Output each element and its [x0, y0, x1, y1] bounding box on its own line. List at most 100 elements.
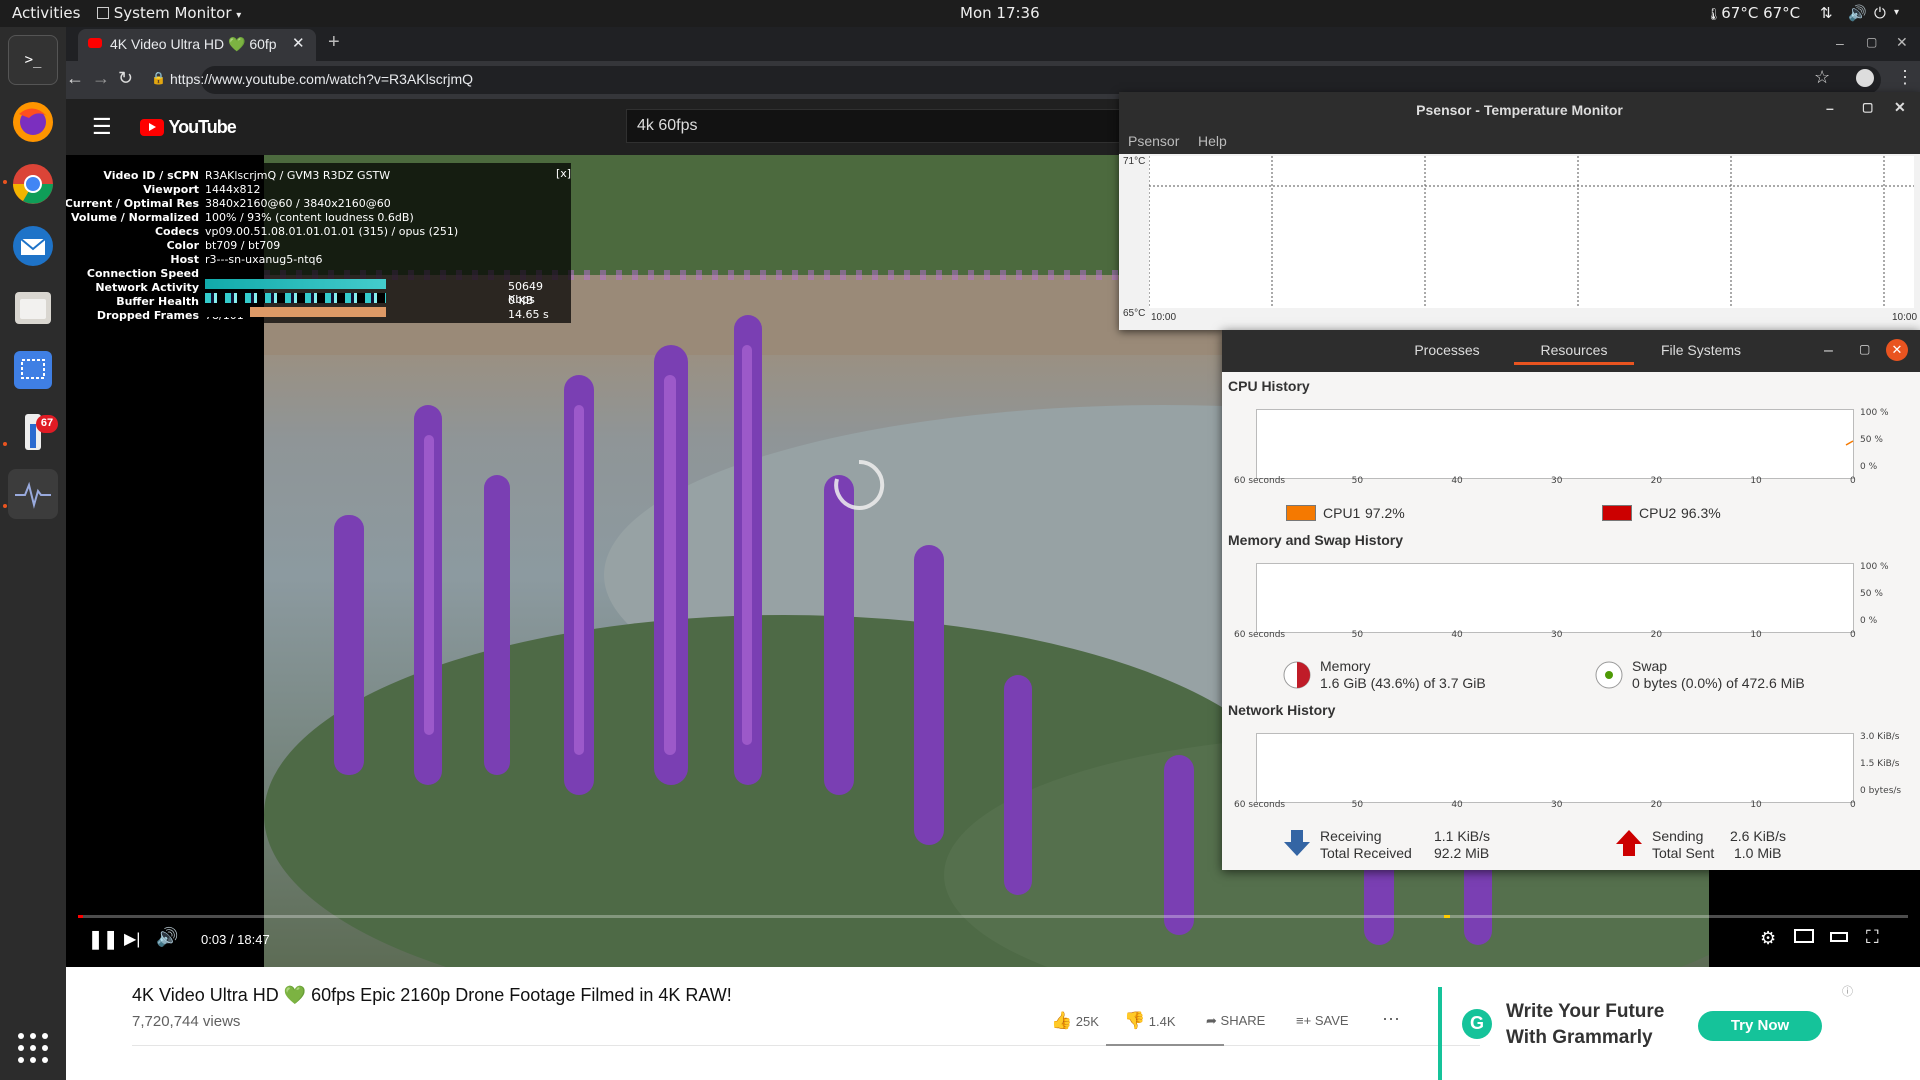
y-tick-label: 50 % — [1860, 435, 1883, 445]
cpu2-value: 96.3% — [1681, 505, 1721, 521]
address-bar[interactable]: 🔒 https://www.youtube.com/watch?v=R3AKls… — [151, 66, 1881, 94]
thumbs-down-icon: 👎 — [1124, 1011, 1146, 1030]
system-monitor-icon[interactable] — [8, 469, 58, 519]
ad-title-line2: With Grammarly — [1506, 1027, 1653, 1048]
theater-mode-icon[interactable] — [1830, 932, 1848, 942]
receiving-arrow-icon[interactable] — [1282, 828, 1312, 858]
stats-row: Volume / Normalized 100% / 93% (content l… — [71, 211, 571, 225]
bookmark-star-icon[interactable]: ☆ — [1814, 67, 1830, 88]
dislike-button[interactable]: 👎 1.4K — [1124, 1011, 1176, 1031]
maximize-icon[interactable]: ▢ — [1862, 100, 1873, 114]
cpu2-color-swatch[interactable] — [1602, 505, 1632, 521]
new-tab-icon[interactable]: + — [328, 31, 340, 54]
screenshot-icon[interactable] — [8, 345, 58, 395]
stats-row: Video ID / sCPN R3AKlscrjmQ / GVM3 R3DZ G… — [78, 169, 571, 183]
stats-key: Network Activity — [95, 281, 199, 294]
maximize-icon[interactable]: ▢ — [1859, 342, 1870, 356]
tab-resources[interactable]: Resources — [1514, 337, 1634, 365]
ad-try-now-button[interactable]: Try Now — [1698, 1011, 1822, 1041]
app-menu[interactable]: System Monitor ▾ — [97, 4, 241, 22]
close-tab-icon[interactable]: ✕ — [292, 34, 305, 52]
memory-pie-icon[interactable] — [1282, 660, 1312, 690]
network-icon[interactable]: ⇅ — [1820, 4, 1833, 22]
stats-value: vp09.00.51.08.01.01.01.01 (315) / opus (… — [205, 225, 459, 238]
psensor-titlebar[interactable]: Psensor - Temperature Monitor – ▢ ✕ — [1119, 92, 1920, 128]
clock[interactable]: Mon 17:36 — [960, 4, 1040, 22]
tab-strip: 4K Video Ultra HD 💚 60fp ✕ + – ▢ ✕ — [66, 27, 1920, 61]
minimize-icon[interactable]: – — [1824, 342, 1833, 360]
chrome-icon[interactable] — [8, 159, 58, 209]
youtube-favicon-icon — [88, 38, 102, 48]
grammarly-ad[interactable]: G Write Your Future With Grammarly Try N… — [1438, 986, 1862, 1080]
reload-icon[interactable]: ↻ — [118, 68, 133, 89]
ad-title-line1: Write Your Future — [1506, 1001, 1665, 1022]
buffer-health-bar — [205, 307, 386, 317]
browser-tab[interactable]: 4K Video Ultra HD 💚 60fp ✕ — [78, 29, 316, 61]
tab-processes[interactable]: Processes — [1380, 337, 1514, 365]
back-icon[interactable]: ← — [66, 68, 84, 89]
system-monitor-headerbar[interactable]: Processes Resources File Systems – ▢ ✕ — [1222, 330, 1920, 372]
tab-file-systems[interactable]: File Systems — [1634, 337, 1768, 365]
chevron-down-icon: ▾ — [236, 10, 242, 21]
search-input[interactable]: 4k 60fps — [626, 109, 1186, 143]
close-icon[interactable]: ✕ — [1894, 99, 1906, 116]
cpu1-label: CPU1 — [1323, 505, 1361, 521]
chevron-down-icon[interactable]: ▾ — [1894, 7, 1899, 18]
stats-key: Viewport — [143, 183, 199, 196]
share-button[interactable]: ➦ SHARE — [1206, 1013, 1265, 1029]
cpu1-color-swatch[interactable] — [1286, 505, 1316, 521]
cpu-y-ticks: 100 % 50 % 0 % — [1222, 408, 1920, 480]
youtube-play-icon — [140, 119, 164, 136]
firefox-icon[interactable] — [8, 97, 58, 147]
fullscreen-icon[interactable]: ⛶ — [1866, 927, 1879, 948]
files-icon[interactable] — [8, 283, 58, 333]
close-window-icon[interactable]: ✕ — [1896, 34, 1908, 51]
memory-history-heading: Memory and Swap History — [1228, 532, 1404, 548]
maximize-icon[interactable]: ▢ — [1866, 35, 1877, 49]
volume-icon[interactable]: 🔊 — [1848, 4, 1867, 22]
forward-icon[interactable]: → — [92, 68, 110, 89]
loading-spinner-icon — [834, 459, 885, 510]
youtube-logo[interactable]: YouTube — [140, 117, 237, 138]
ad-info-icon[interactable]: ⓘ — [1842, 983, 1853, 999]
show-applications-icon[interactable] — [8, 1023, 58, 1073]
stats-key: Connection Speed — [86, 267, 199, 280]
save-button[interactable]: ≡+ SAVE — [1296, 1013, 1349, 1028]
stats-value: 3840x2160@60 / 3840x2160@60 — [205, 197, 391, 210]
menu-psensor[interactable]: Psensor — [1128, 133, 1179, 149]
like-button[interactable]: 👍 25K — [1051, 1011, 1099, 1031]
running-indicator — [3, 442, 7, 446]
stats-row: Codecs vp09.00.51.08.01.01.01.01 (315) / … — [78, 225, 571, 239]
minimize-icon[interactable]: – — [1836, 35, 1844, 51]
lock-icon: 🔒 — [151, 71, 166, 85]
menu-dots-icon[interactable]: ⋮ — [1896, 67, 1914, 88]
hamburger-menu-icon[interactable]: ☰ — [92, 114, 112, 140]
psensor-menubar: Psensor Help — [1119, 128, 1920, 154]
share-label: SHARE — [1220, 1013, 1266, 1028]
temperature-indicator[interactable]: 🌡67°C 67°C — [1706, 4, 1800, 22]
progress-bar[interactable] — [78, 915, 1908, 918]
dock: >_ 67 — [0, 27, 66, 1080]
pause-icon[interactable]: ❚❚ — [88, 929, 118, 950]
terminal-icon[interactable]: >_ — [8, 35, 58, 85]
settings-gear-icon[interactable]: ⚙ — [1760, 928, 1776, 949]
cpu2-label: CPU2 — [1639, 505, 1677, 521]
thunderbird-icon[interactable] — [8, 221, 58, 271]
swap-pie-icon[interactable] — [1594, 660, 1624, 690]
stats-value: r3---sn-uxanug5-ntq6 — [205, 253, 323, 266]
volume-icon[interactable]: 🔊 — [156, 927, 178, 948]
menu-help[interactable]: Help — [1198, 133, 1227, 149]
dislike-count: 1.4K — [1148, 1014, 1176, 1029]
activities-button[interactable]: Activities — [12, 4, 80, 22]
more-actions-icon[interactable]: ⋯ — [1382, 1009, 1400, 1030]
profile-icon[interactable] — [1856, 69, 1874, 87]
close-icon[interactable]: ✕ — [1886, 339, 1908, 361]
minimize-icon[interactable]: – — [1826, 100, 1834, 116]
miniplayer-icon[interactable] — [1794, 929, 1814, 943]
next-icon[interactable]: ▶| — [124, 929, 140, 949]
notification-badge: 67 — [36, 415, 58, 433]
view-count: 7,720,744 views — [132, 1013, 241, 1030]
playlist-add-icon: ≡+ — [1296, 1013, 1312, 1028]
power-icon[interactable]: ⏻ — [1874, 4, 1886, 22]
sending-arrow-icon[interactable] — [1614, 828, 1644, 858]
